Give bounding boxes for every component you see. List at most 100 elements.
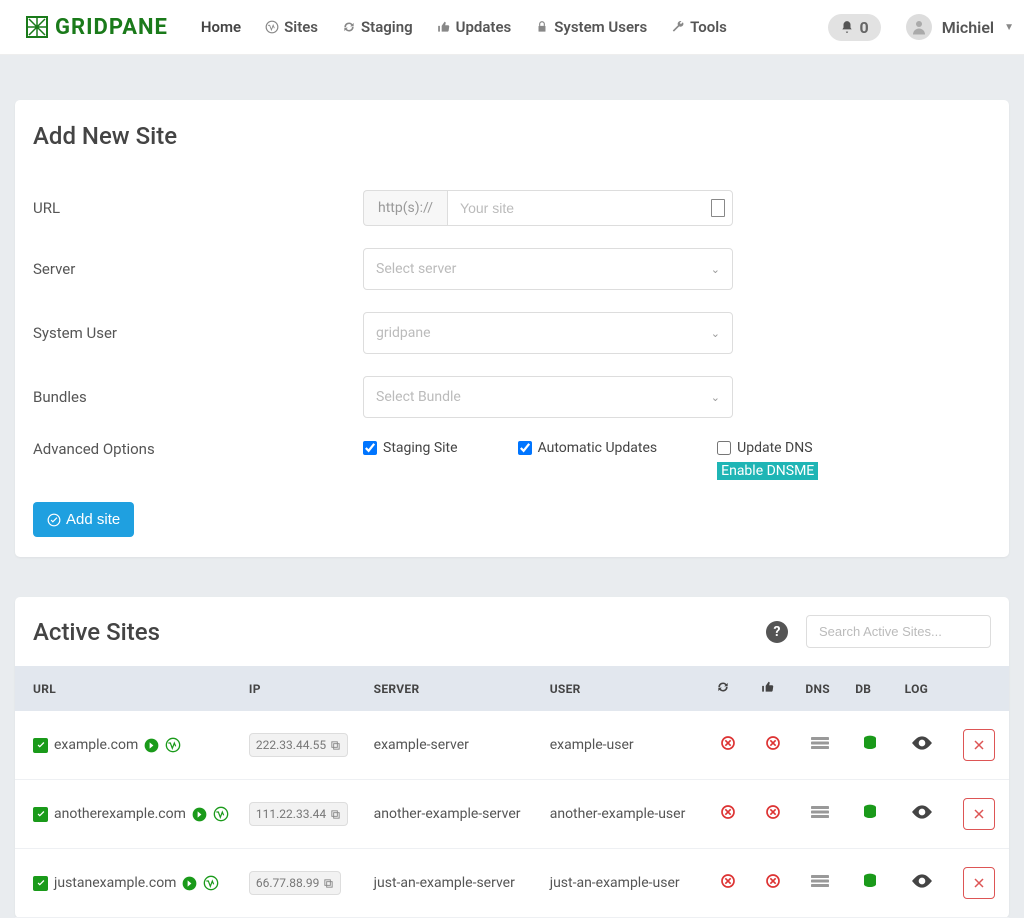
system-user-select-text: gridpane	[376, 325, 431, 341]
site-url[interactable]: justanexample.com	[54, 875, 176, 891]
system-user-select[interactable]: gridpane ⌄	[363, 312, 733, 354]
staging-status-icon[interactable]	[720, 873, 736, 889]
notifications-count: 0	[860, 18, 869, 37]
nav-tools[interactable]: Tools	[663, 12, 735, 42]
staging-label: Staging Site	[383, 440, 458, 456]
add-site-button-label: Add site	[66, 511, 120, 528]
lock-icon	[535, 20, 549, 34]
db-icon[interactable]	[845, 780, 894, 849]
url-input[interactable]	[447, 190, 733, 226]
update-dns-checkbox-wrap[interactable]: Update DNS	[717, 440, 818, 456]
th-log[interactable]: LOG	[895, 666, 950, 711]
nav-updates[interactable]: Updates	[429, 12, 520, 42]
wordpress-icon[interactable]	[213, 806, 229, 822]
advanced-options: Staging Site Automatic Updates Update DN…	[363, 440, 818, 480]
staging-checkbox[interactable]	[363, 441, 377, 455]
dns-icon[interactable]	[795, 780, 845, 849]
nav-staging[interactable]: Staging	[334, 12, 421, 42]
server-select-text: Select server	[376, 261, 456, 277]
active-sites-search[interactable]	[806, 615, 991, 648]
chevron-down-icon: ⌄	[711, 391, 720, 404]
ip-badge[interactable]: 66.77.88.99	[249, 871, 341, 895]
server-cell: just-an-example-server	[364, 849, 540, 918]
bundles-label: Bundles	[33, 388, 363, 406]
nav-staging-label: Staging	[361, 18, 413, 36]
refresh-icon	[342, 20, 356, 34]
th-staging[interactable]	[706, 666, 751, 711]
ip-badge[interactable]: 111.22.33.44	[249, 802, 348, 826]
nav-home-label: Home	[201, 18, 241, 36]
notifications-badge[interactable]: 0	[828, 14, 881, 41]
auto-updates-checkbox-wrap[interactable]: Automatic Updates	[518, 440, 658, 456]
bundles-select-text: Select Bundle	[376, 389, 461, 405]
bundles-row: Bundles Select Bundle ⌄	[33, 376, 991, 418]
dns-icon[interactable]	[795, 849, 845, 918]
user-name: Michiel	[942, 18, 994, 37]
update-dns-checkbox[interactable]	[717, 441, 731, 455]
copy-icon	[330, 740, 341, 751]
staging-status-icon[interactable]	[720, 804, 736, 820]
brand-logo[interactable]: GRIDPANE	[25, 15, 168, 40]
db-icon[interactable]	[845, 711, 894, 780]
add-site-button[interactable]: Add site	[33, 502, 134, 537]
brand-text: GRIDPANE	[55, 15, 168, 40]
help-icon[interactable]: ?	[766, 621, 788, 643]
wordpress-icon[interactable]	[165, 737, 181, 753]
active-sites-panel: Active Sites ? URL IP SERVER USER DNS DB…	[15, 597, 1009, 918]
chevron-down-icon: ▼	[1004, 22, 1014, 33]
updates-status-icon[interactable]	[765, 804, 781, 820]
nav-system-users[interactable]: System Users	[527, 12, 655, 42]
user-menu[interactable]: Michiel ▼	[906, 14, 1014, 40]
th-url[interactable]: URL	[15, 666, 239, 711]
th-server[interactable]: SERVER	[364, 666, 540, 711]
th-db[interactable]: DB	[845, 666, 894, 711]
site-url[interactable]: anotherexample.com	[54, 806, 186, 822]
th-dns[interactable]: DNS	[795, 666, 845, 711]
th-ip[interactable]: IP	[239, 666, 364, 711]
chevron-down-icon: ⌄	[711, 327, 720, 340]
add-site-title: Add New Site	[15, 100, 1009, 160]
nav-sites[interactable]: Sites	[257, 12, 326, 42]
go-icon[interactable]	[182, 876, 197, 891]
nav-home[interactable]: Home	[193, 12, 249, 42]
th-updates[interactable]	[751, 666, 796, 711]
ip-badge[interactable]: 222.33.44.55	[249, 733, 348, 757]
status-check-icon	[33, 876, 48, 891]
log-icon[interactable]	[895, 780, 950, 849]
auto-updates-checkbox[interactable]	[518, 441, 532, 455]
log-icon[interactable]	[895, 711, 950, 780]
enable-dnsme-link[interactable]: Enable DNSME	[717, 462, 818, 480]
delete-button[interactable]	[963, 798, 995, 830]
updates-status-icon[interactable]	[765, 873, 781, 889]
go-icon[interactable]	[144, 738, 159, 753]
log-icon[interactable]	[895, 849, 950, 918]
updates-status-icon[interactable]	[765, 735, 781, 751]
url-label: URL	[33, 199, 363, 217]
url-field: http(s)://	[363, 190, 733, 226]
dns-icon[interactable]	[795, 711, 845, 780]
bell-icon	[840, 20, 854, 34]
advanced-label: Advanced Options	[33, 440, 363, 458]
delete-button[interactable]	[963, 729, 995, 761]
bundles-select[interactable]: Select Bundle ⌄	[363, 376, 733, 418]
advanced-row: Advanced Options Staging Site Automatic …	[33, 440, 991, 480]
site-url[interactable]: example.com	[54, 737, 138, 753]
go-icon[interactable]	[192, 807, 207, 822]
server-select[interactable]: Select server ⌄	[363, 248, 733, 290]
auto-updates-label: Automatic Updates	[538, 440, 658, 456]
staging-checkbox-wrap[interactable]: Staging Site	[363, 440, 458, 456]
url-row: URL http(s)://	[33, 190, 991, 226]
thumbs-up-icon	[437, 20, 451, 34]
delete-button[interactable]	[963, 867, 995, 899]
logo-icon	[25, 15, 49, 39]
nav-system-users-label: System Users	[554, 18, 647, 36]
server-label: Server	[33, 260, 363, 278]
th-user[interactable]: USER	[540, 666, 706, 711]
user-cell: just-an-example-user	[540, 849, 706, 918]
db-icon[interactable]	[845, 849, 894, 918]
ip-value: 222.33.44.55	[256, 738, 326, 752]
topbar-right: 0 Michiel ▼	[828, 14, 1014, 41]
staging-status-icon[interactable]	[720, 735, 736, 751]
ip-value: 66.77.88.99	[256, 876, 319, 890]
wordpress-icon[interactable]	[203, 875, 219, 891]
